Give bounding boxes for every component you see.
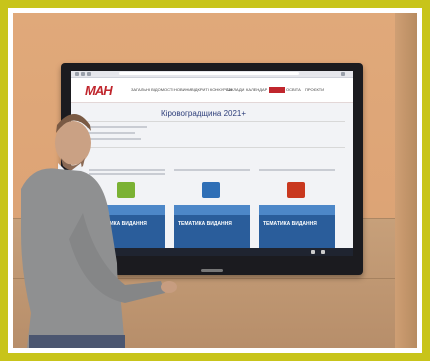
- classroom-photo: МАН ЗАГАЛЬНІ ВІДОМОСТІ НОВИНИ ВІДКРИТІ К…: [13, 13, 417, 348]
- presenter: [21, 114, 177, 348]
- head: [55, 121, 91, 165]
- jeans: [29, 335, 125, 348]
- hand: [161, 281, 177, 293]
- sweater: [21, 168, 125, 348]
